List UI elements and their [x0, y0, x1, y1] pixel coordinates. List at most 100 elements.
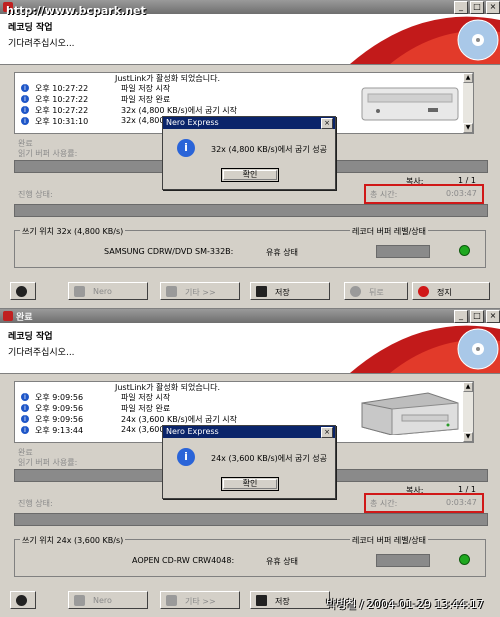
info-icon: i	[177, 139, 195, 157]
more-button[interactable]: 기타 >>	[160, 282, 240, 300]
minimize-button[interactable]: _	[454, 310, 468, 323]
nero-button[interactable]: Nero	[68, 282, 148, 300]
progress-label: 진행 상태:	[18, 190, 53, 199]
log-row: i 오후 9:09:56 파일 저장 시작	[21, 392, 170, 402]
success-dialog: Nero Express × i 32x (4,800 KB/s)에서 굽기 성…	[162, 116, 336, 190]
window-title: 완료	[16, 313, 33, 323]
info-icon: i	[21, 414, 29, 423]
watermark-signature: 박병철 / 2004-01-29 13:44:17	[326, 598, 484, 611]
header: 레코딩 작업 기다려주십시오...	[0, 14, 500, 65]
log-row: i 오후 10:27:22 파일 저장 시작	[21, 83, 170, 93]
options-icon	[166, 595, 177, 606]
dialog-close-button[interactable]: ×	[321, 427, 333, 438]
write-speed: 쓰기 위치 24x (3,600 KB/s)	[20, 535, 126, 546]
drive-name: SAMSUNG CDRW/DVD SM-332B:	[104, 247, 234, 256]
scroll-down-icon[interactable]: ▼	[463, 432, 473, 442]
info-icon: i	[21, 403, 29, 412]
log-row: i 오후 9:09:56 24x (3,600 KB/s)에서 굽기 시작	[21, 414, 237, 424]
help-button[interactable]	[10, 591, 36, 609]
floppy-icon	[256, 286, 267, 297]
recorder-buffer-label: 레코더 버퍼 레벨/상태	[350, 535, 429, 546]
scroll-up-icon[interactable]: ▲	[463, 382, 473, 392]
dialog-message: 32x (4,800 KB/s)에서 굽기 성공	[211, 145, 327, 154]
back-arrow-icon	[350, 286, 361, 297]
log-row: i 오후 9:09:56 파일 저장 완료	[21, 403, 170, 413]
header-title: 레코딩 작업	[8, 332, 53, 342]
title-bar: 완료 _ □ ×	[0, 309, 500, 323]
nero-window-32x: _ □ × 레코딩 작업 기다려주십시오... http://www.bcpar…	[0, 0, 500, 308]
dialog-title-bar: Nero Express ×	[163, 117, 335, 129]
log-row: i 오후 9:13:44 24x (3,600 K	[21, 425, 172, 435]
log-row: i 오후 10:31:10 32x (4,800 K	[21, 116, 172, 126]
info-icon: i	[21, 425, 29, 434]
app-icon	[3, 311, 13, 321]
dialog-close-button[interactable]: ×	[321, 118, 333, 129]
recorder-buffer-meter	[376, 245, 430, 258]
recorder-buffer-label: 레코더 버퍼 레벨/상태	[350, 226, 429, 237]
header: 레코딩 작업 기다려주십시오...	[0, 323, 500, 374]
button-row: Nero 기타 >> 저장 뒤로 정지	[0, 280, 500, 306]
help-icon	[16, 595, 27, 606]
dialog-title: Nero Express	[166, 427, 219, 436]
log-row: i 오후 10:27:22 32x (4,800 KB/s)에서 굽기 시작	[21, 105, 237, 115]
header-title: 레코딩 작업	[8, 23, 53, 33]
minimize-button[interactable]: _	[454, 1, 468, 14]
cd-drive-image	[358, 80, 463, 126]
progress-bar	[14, 513, 488, 526]
recorder-buffer-meter	[376, 554, 430, 567]
floppy-icon	[256, 595, 267, 606]
save-button[interactable]: 저장	[250, 282, 330, 300]
total-time-value: 0:03:47	[446, 189, 477, 198]
cd-drive-image	[358, 389, 463, 436]
log-scrollbar[interactable]: ▲ ▼	[463, 382, 473, 442]
scroll-down-icon[interactable]: ▼	[463, 123, 473, 133]
maximize-button[interactable]: □	[470, 310, 484, 323]
drive-status: 유휴 상태	[266, 557, 298, 566]
scroll-up-icon[interactable]: ▲	[463, 73, 473, 83]
log-row: i 오후 10:27:22 파일 저장 완료	[21, 94, 170, 104]
status-led-icon	[459, 245, 470, 256]
header-subtitle: 기다려주십시오...	[8, 39, 75, 49]
close-button[interactable]: ×	[486, 1, 500, 14]
drive-name: AOPEN CD-RW CRW4048:	[132, 556, 235, 565]
more-button[interactable]: 기타 >>	[160, 591, 240, 609]
options-icon	[166, 286, 177, 297]
stop-icon	[418, 286, 429, 297]
total-time-value: 0:03:47	[446, 498, 477, 507]
info-icon: i	[21, 116, 29, 125]
ok-button[interactable]: 확인	[221, 477, 279, 491]
nero-disc-logo-icon	[330, 323, 500, 373]
info-icon: i	[21, 392, 29, 401]
maximize-button[interactable]: □	[470, 1, 484, 14]
help-icon	[16, 286, 27, 297]
drive-status: 유휴 상태	[266, 248, 298, 257]
total-time-label: 총 시간:	[370, 190, 398, 199]
save-button[interactable]: 저장	[250, 591, 330, 609]
ok-button[interactable]: 확인	[221, 168, 279, 182]
success-dialog: Nero Express × i 24x (3,600 KB/s)에서 굽기 성…	[162, 425, 336, 499]
total-time-label: 총 시간:	[370, 499, 398, 508]
info-icon: i	[21, 94, 29, 103]
dialog-title-bar: Nero Express ×	[163, 426, 335, 438]
dialog-title: Nero Express	[166, 118, 219, 127]
back-button[interactable]: 뒤로	[344, 282, 408, 300]
help-button[interactable]	[10, 282, 36, 300]
header-subtitle: 기다려주십시오...	[8, 348, 75, 358]
watermark-url: http://www.bcpark.net	[6, 4, 146, 17]
info-icon: i	[21, 83, 29, 92]
dialog-message: 24x (3,600 KB/s)에서 굽기 성공	[211, 454, 327, 463]
buffer-label: 읽기 버퍼 사용률:	[18, 149, 78, 158]
close-button[interactable]: ×	[486, 310, 500, 323]
nero-disc-logo-icon	[330, 14, 500, 64]
progress-label: 진행 상태:	[18, 499, 53, 508]
status-led-icon	[459, 554, 470, 565]
nero-icon	[74, 286, 85, 297]
stop-button[interactable]: 정지	[412, 282, 490, 300]
log-scrollbar[interactable]: ▲ ▼	[463, 73, 473, 133]
info-icon: i	[21, 105, 29, 114]
nero-window-24x: 완료 _ □ × 레코딩 작업 기다려주십시오... JustLink가 활성화…	[0, 309, 500, 617]
info-icon: i	[177, 448, 195, 466]
buffer-label: 읽기 버퍼 사용률:	[18, 458, 78, 467]
nero-button[interactable]: Nero	[68, 591, 148, 609]
nero-icon	[74, 595, 85, 606]
